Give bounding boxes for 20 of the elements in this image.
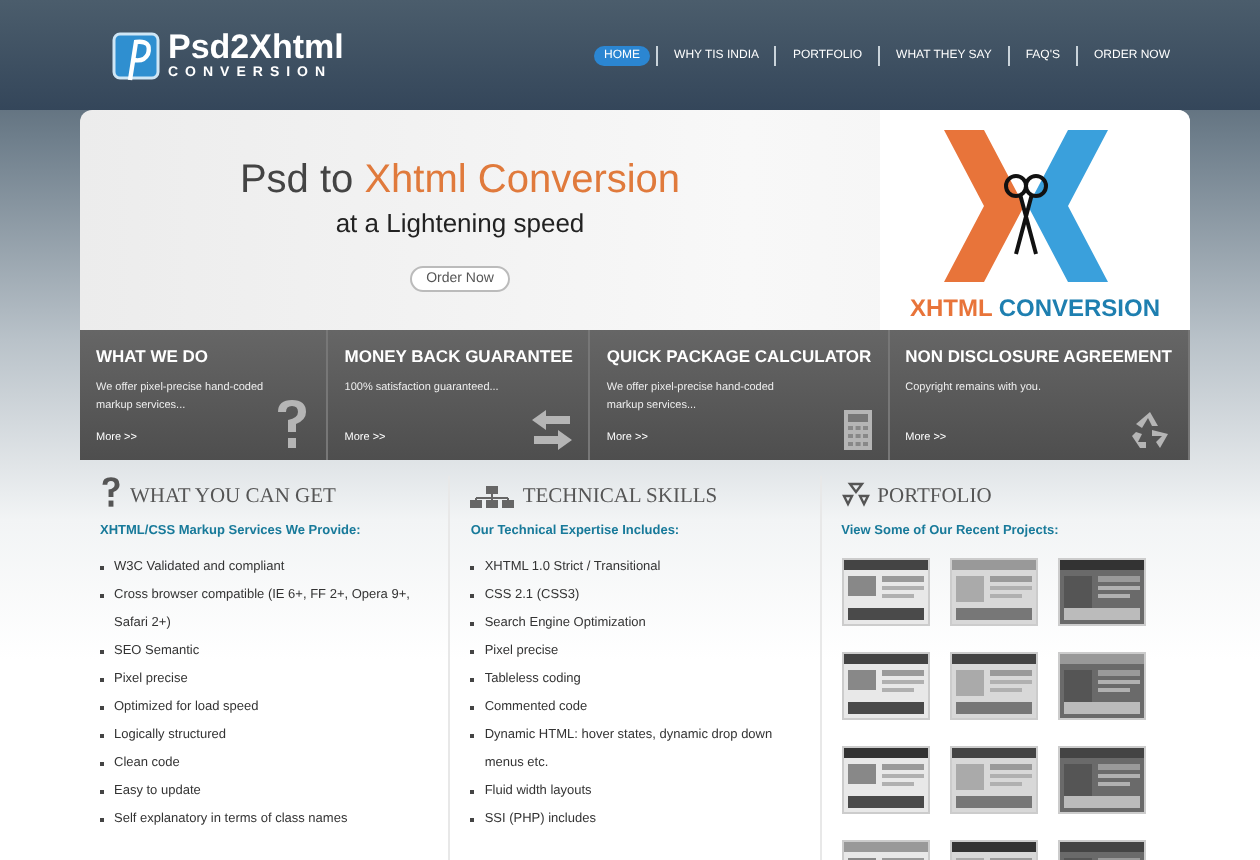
feature-title: MONEY BACK GUARANTEE [344, 346, 573, 366]
calculator-icon [843, 410, 872, 450]
nodes-icon [841, 482, 870, 508]
feature-title: WHAT WE DO [96, 346, 211, 366]
feature-title: QUICK PACKAGE CALCULATOR [606, 346, 872, 366]
logo-name: Psd2Xhtml [168, 30, 344, 66]
arrows-icon [532, 410, 573, 450]
section-heading: WHAT YOU CAN GET [130, 486, 336, 508]
banner-subline: at a Lightening speed [335, 208, 585, 238]
question-mark-icon [274, 398, 311, 450]
sitemap-icon [470, 486, 515, 508]
recycle-icon [1128, 410, 1172, 450]
art-word: CONVERSION [998, 294, 1160, 322]
section-heading: TECHNICAL SKILLS [522, 486, 718, 508]
logo-icon [112, 29, 160, 81]
art-word: XHTML [909, 294, 993, 322]
feature-title: NON DISCLOSURE AGREEMENT [905, 346, 1172, 366]
section-heading: PORTFOLIO [877, 486, 992, 508]
banner-headline: Psd to Xhtml Conversion [239, 158, 681, 204]
question-mark-icon [100, 476, 122, 508]
